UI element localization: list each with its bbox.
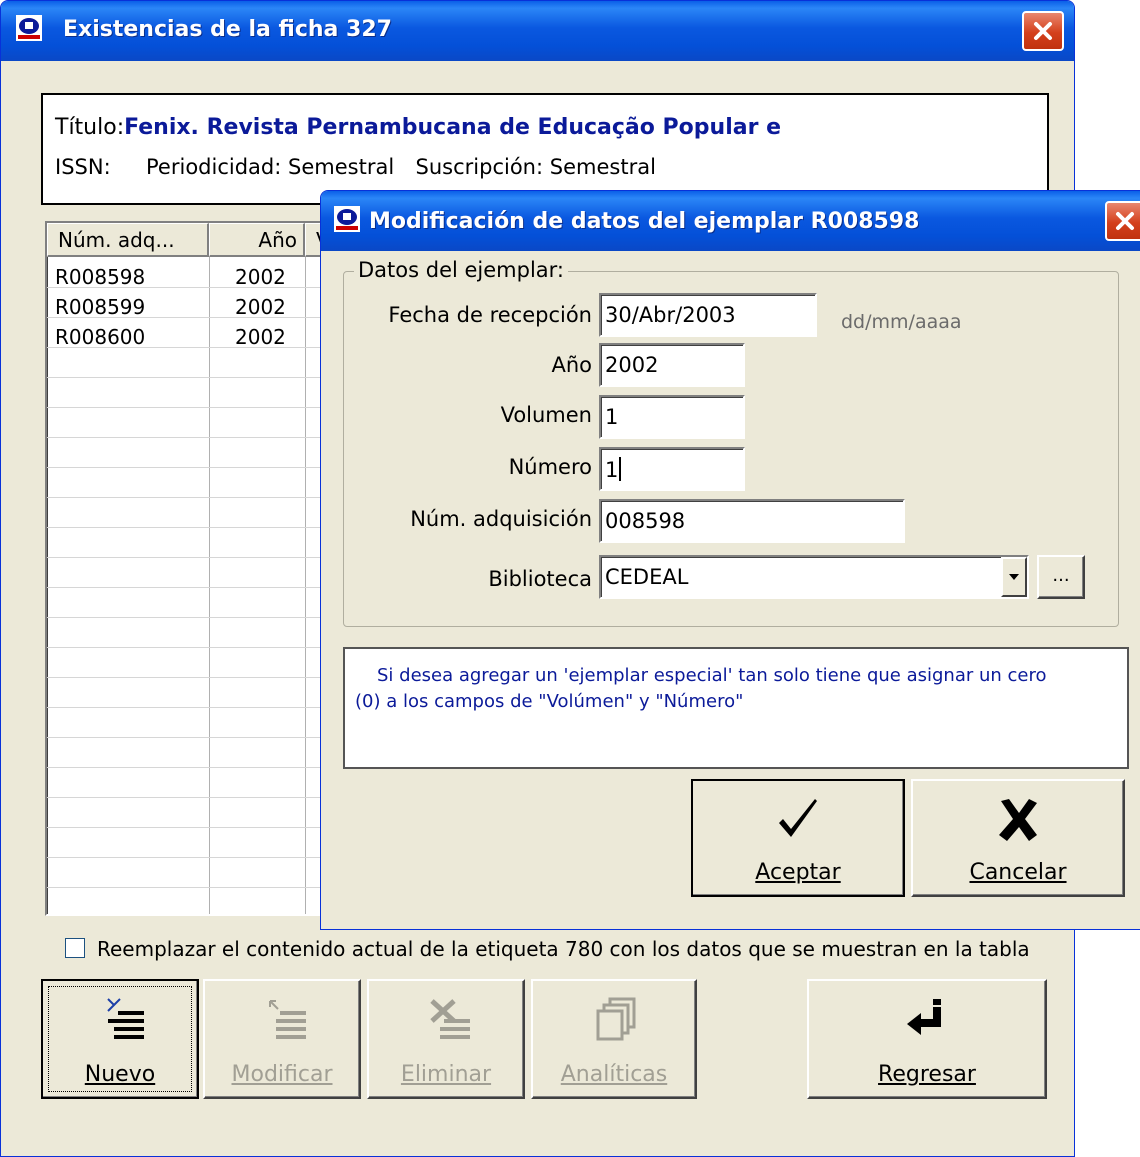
analiticas-button[interactable]: Analíticas [531, 979, 697, 1099]
biblioteca-select[interactable]: CEDEAL [599, 555, 1029, 599]
row-divider [47, 887, 333, 888]
table-cell-num[interactable]: R008599 [55, 295, 145, 319]
column-header-year[interactable]: Año [209, 223, 305, 257]
numero-input[interactable]: 1 [599, 447, 745, 491]
subscription-label: Suscripción: [415, 155, 544, 179]
nuevo-label: Nuevo [84, 1062, 156, 1087]
table-cell-year[interactable]: 2002 [235, 265, 286, 289]
dialog-close-button[interactable] [1105, 201, 1140, 241]
row-divider [47, 407, 333, 408]
dropdown-button[interactable] [1001, 557, 1027, 597]
regresar-button[interactable]: Regresar [807, 979, 1047, 1099]
row-divider [47, 767, 333, 768]
fecha-input[interactable]: 30/Abr/2003 [599, 293, 817, 337]
numero-value: 1 [605, 458, 619, 482]
cancelar-button[interactable]: Cancelar [911, 779, 1125, 897]
periodicity-label: Periodicidad: [146, 155, 282, 179]
chevron-down-icon [1009, 574, 1019, 580]
row-divider [47, 377, 333, 378]
subscription-value: Semestral [549, 155, 656, 179]
row-divider [47, 797, 333, 798]
nuevo-button[interactable]: Nuevo [41, 979, 199, 1099]
analiticas-label: Analíticas [560, 1062, 668, 1087]
row-divider [47, 497, 333, 498]
replace-780-label[interactable]: Reemplazar el contenido actual de la eti… [97, 937, 1030, 961]
row-divider [47, 647, 333, 648]
checkmark-icon [779, 799, 817, 837]
modify-icon [269, 1000, 306, 1039]
main-close-button[interactable] [1022, 11, 1064, 51]
special-item-message: Si desea agregar un 'ejemplar especial' … [343, 647, 1129, 769]
issn-label: ISSN: [55, 155, 111, 179]
holdings-table[interactable]: Núm. adq... Año V R008598 2002 R008599 2… [45, 221, 335, 916]
volumen-input[interactable]: 1 [599, 395, 745, 439]
fecha-hint: dd/mm/aaaa [841, 311, 962, 333]
dialog-title-bar[interactable]: Modificación de datos del ejemplar R0085… [321, 191, 1140, 251]
fecha-label: Fecha de recepción [388, 303, 592, 327]
main-title-bar[interactable]: Existencias de la ficha 327 [1, 1, 1074, 61]
replace-780-checkbox[interactable] [65, 938, 85, 958]
row-divider [47, 587, 333, 588]
cancelar-label: Cancelar [969, 860, 1067, 885]
modificar-label: Modificar [231, 1062, 333, 1087]
column-divider [209, 257, 210, 914]
record-info-box: Título:Fenix. Revista Pernambucana de Ed… [41, 93, 1049, 205]
eliminar-button[interactable]: Eliminar [367, 979, 525, 1099]
close-icon [1116, 212, 1134, 230]
biblioteca-value: CEDEAL [605, 565, 689, 589]
row-divider [47, 617, 333, 618]
regresar-label: Regresar [878, 1062, 976, 1087]
num-adq-label: Núm. adquisición [410, 507, 592, 531]
row-divider [47, 737, 333, 738]
browse-library-button[interactable]: ... [1037, 555, 1085, 599]
row-divider [47, 557, 333, 558]
message-text: Si desea agregar un 'ejemplar especial' … [355, 665, 1047, 712]
aceptar-button[interactable]: Aceptar [691, 779, 905, 897]
table-cell-year[interactable]: 2002 [235, 325, 286, 349]
aceptar-label: Aceptar [755, 860, 841, 885]
title-value: Fenix. Revista Pernambucana de Educação … [124, 115, 782, 140]
cross-icon [999, 799, 1037, 841]
text-caret [619, 457, 622, 481]
row-divider [47, 857, 333, 858]
row-divider [47, 437, 333, 438]
title-label: Título: [55, 115, 125, 140]
row-divider [47, 527, 333, 528]
dialog-title: Modificación de datos del ejemplar R0085… [369, 209, 920, 234]
volumen-label: Volumen [500, 403, 592, 427]
num-adq-input[interactable]: 008598 [599, 499, 905, 543]
delete-icon [430, 999, 470, 1039]
row-divider [47, 827, 333, 828]
row-divider [47, 467, 333, 468]
app-logo-icon [334, 206, 360, 232]
column-divider [305, 257, 306, 914]
column-header-num[interactable]: Núm. adq... [47, 223, 209, 257]
anio-label: Año [551, 353, 592, 377]
table-cell-num[interactable]: R008598 [55, 265, 145, 289]
modificar-button[interactable]: Modificar [203, 979, 361, 1099]
new-item-icon [107, 998, 144, 1039]
table-cell-year[interactable]: 2002 [235, 295, 286, 319]
app-logo-icon [16, 15, 42, 41]
modify-item-dialog: Modificación de datos del ejemplar R0085… [320, 190, 1140, 930]
anio-input[interactable]: 2002 [599, 343, 745, 387]
row-divider [47, 707, 333, 708]
return-arrow-icon [907, 999, 941, 1035]
eliminar-label: Eliminar [400, 1062, 492, 1087]
numero-label: Número [508, 455, 592, 479]
main-window-title: Existencias de la ficha 327 [63, 17, 392, 42]
biblioteca-label: Biblioteca [488, 567, 592, 591]
row-divider [47, 677, 333, 678]
periodicity-value: Semestral [288, 155, 395, 179]
close-icon [1034, 22, 1052, 40]
table-cell-num[interactable]: R008600 [55, 325, 145, 349]
group-label: Datos del ejemplar: [354, 258, 569, 282]
analytics-pages-icon [596, 997, 636, 1041]
